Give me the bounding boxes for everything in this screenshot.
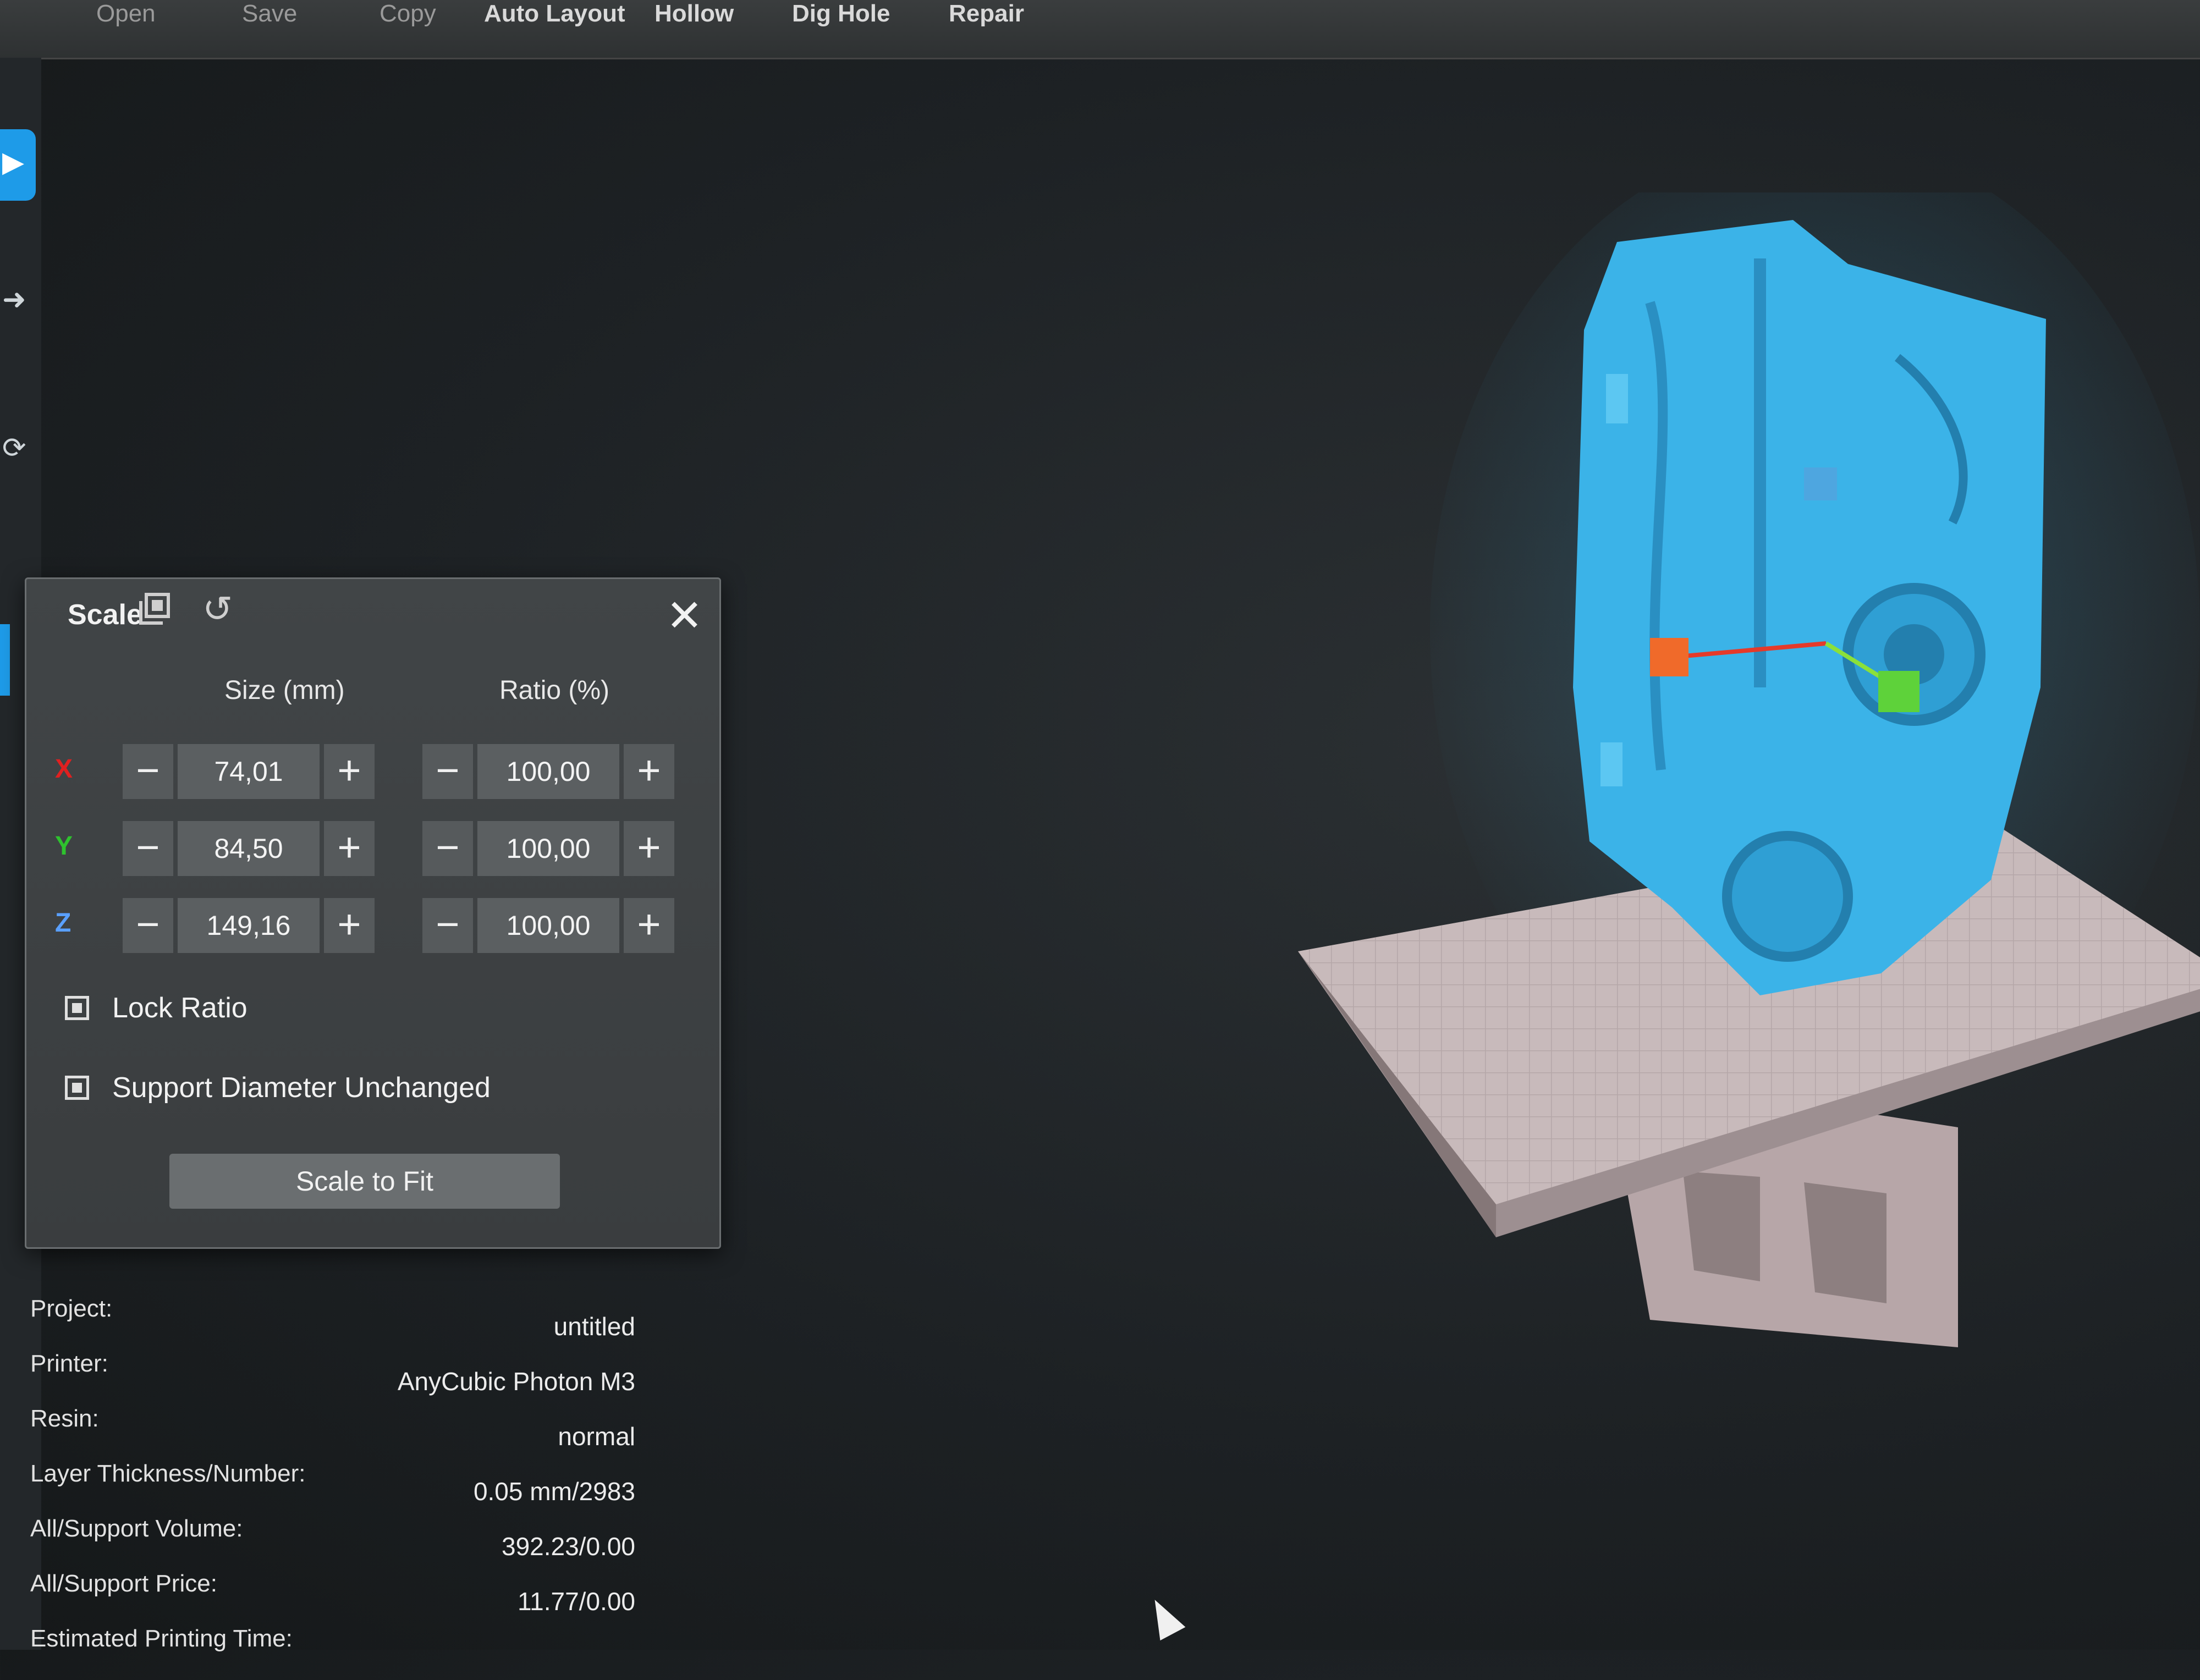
increment-button[interactable]: + (324, 744, 375, 799)
scene-render (1298, 137, 2200, 1347)
increment-button[interactable]: + (624, 821, 674, 876)
ratio-column-header: Ratio (%) (499, 676, 610, 705)
info-row-project: Project: untitled (30, 1295, 635, 1350)
info-label: Layer Thickness/Number: (30, 1460, 306, 1487)
copy-layers-icon[interactable] (136, 591, 173, 636)
info-row-resin: Resin: normal (30, 1405, 635, 1460)
info-value: 392.23/0.00 (501, 1532, 635, 1561)
increment-button[interactable]: + (624, 898, 674, 953)
checkbox-icon[interactable] (65, 1076, 89, 1100)
y-handle-icon[interactable] (1878, 671, 1920, 712)
lock-ratio-checkbox[interactable]: Lock Ratio (65, 986, 248, 1030)
info-row-layer: Layer Thickness/Number: 0.05 mm/2983 (30, 1460, 635, 1515)
info-value: AnyCubic Photon M3 (397, 1367, 635, 1396)
project-info: Project: untitled Printer: AnyCubic Phot… (30, 1295, 635, 1680)
checkbox-icon[interactable] (65, 996, 89, 1020)
scale-row-y: Y − 84,50 + − 100,00 + (26, 821, 719, 882)
increment-button[interactable]: + (324, 821, 375, 876)
close-icon[interactable]: ✕ (666, 590, 703, 641)
select-tool-button[interactable]: ▶ (0, 129, 36, 201)
info-row-printer: Printer: AnyCubic Photon M3 (30, 1350, 635, 1405)
info-label: Resin: (30, 1405, 99, 1432)
info-value: untitled (553, 1312, 635, 1341)
ratio-value-z[interactable]: 100,00 (477, 898, 619, 953)
scale-row-z: Z − 149,16 + − 100,00 + (26, 898, 719, 959)
info-label: Estimated Printing Time: (30, 1625, 293, 1652)
toolbar-copy-button[interactable]: Copy (380, 0, 436, 33)
toolbar-open-button[interactable]: Open (96, 0, 156, 33)
decrement-button[interactable]: − (422, 821, 473, 876)
top-toolbar: Open Save Copy Auto Layout Hollow Dig Ho… (0, 0, 2200, 59)
info-row-price: All/Support Price: 11.77/0.00 (30, 1570, 635, 1625)
toolbar-save-button[interactable]: Save (242, 0, 297, 33)
rotate-icon[interactable]: ⟳ (2, 432, 26, 465)
mouse-cursor-icon (1142, 1593, 1186, 1641)
axis-label-y: Y (55, 831, 73, 861)
ratio-value-y[interactable]: 100,00 (477, 821, 619, 876)
ratio-stepper-z[interactable]: − 100,00 + (422, 898, 679, 953)
axis-label-z: Z (55, 908, 72, 938)
ratio-value-x[interactable]: 100,00 (477, 744, 619, 799)
support-diameter-checkbox[interactable]: Support Diameter Unchanged (65, 1066, 491, 1110)
info-label: Project: (30, 1295, 113, 1322)
panel-title: Scale (68, 599, 142, 631)
decrement-button[interactable]: − (123, 744, 173, 799)
scale-panel: Scale ↺ ✕ Size (mm) Ratio (%) X − 74,01 … (25, 577, 721, 1249)
scale-tool-active-marker[interactable] (0, 624, 10, 696)
size-stepper-z[interactable]: − 149,16 + (123, 898, 379, 953)
x-handle-icon[interactable] (1650, 638, 1689, 676)
info-value: normal (558, 1422, 635, 1451)
size-value-y[interactable]: 84,50 (178, 821, 320, 876)
move-icon[interactable]: ➜ (2, 283, 26, 316)
3d-model[interactable] (1573, 220, 2046, 995)
size-column-header: Size (mm) (224, 676, 345, 705)
decrement-button[interactable]: − (422, 744, 473, 799)
scale-row-x: X − 74,01 + − 100,00 + (26, 744, 719, 805)
info-row-time: Estimated Printing Time: (30, 1625, 635, 1680)
size-value-z[interactable]: 149,16 (178, 898, 320, 953)
toolbar-hollow-button[interactable]: Hollow (654, 0, 734, 33)
toolbar-dig-hole-button[interactable]: Dig Hole (792, 0, 890, 33)
size-stepper-y[interactable]: − 84,50 + (123, 821, 379, 876)
axis-label-x: X (55, 754, 73, 784)
info-row-volume: All/Support Volume: 392.23/0.00 (30, 1515, 635, 1570)
info-label: All/Support Price: (30, 1570, 217, 1597)
info-label: Printer: (30, 1350, 108, 1377)
toolbar-auto-layout-button[interactable]: Auto Layout (484, 0, 625, 33)
size-stepper-x[interactable]: − 74,01 + (123, 744, 379, 799)
info-value: 0.05 mm/2983 (473, 1477, 635, 1506)
3d-viewport[interactable] (1265, 137, 2200, 1402)
decrement-button[interactable]: − (422, 898, 473, 953)
lock-ratio-label: Lock Ratio (112, 992, 248, 1024)
support-diameter-label: Support Diameter Unchanged (112, 1072, 491, 1104)
info-value: 11.77/0.00 (517, 1587, 635, 1616)
size-value-x[interactable]: 74,01 (178, 744, 320, 799)
z-handle-icon[interactable] (1804, 467, 1837, 500)
scale-to-fit-button[interactable]: Scale to Fit (169, 1154, 560, 1209)
decrement-button[interactable]: − (123, 821, 173, 876)
increment-button[interactable]: + (324, 898, 375, 953)
increment-button[interactable]: + (624, 744, 674, 799)
ratio-stepper-y[interactable]: − 100,00 + (422, 821, 679, 876)
pointer-icon: ▶ (2, 146, 24, 178)
info-label: All/Support Volume: (30, 1515, 243, 1542)
decrement-button[interactable]: − (123, 898, 173, 953)
reset-icon[interactable]: ↺ (202, 588, 233, 630)
ratio-stepper-x[interactable]: − 100,00 + (422, 744, 679, 799)
toolbar-repair-button[interactable]: Repair (949, 0, 1024, 33)
